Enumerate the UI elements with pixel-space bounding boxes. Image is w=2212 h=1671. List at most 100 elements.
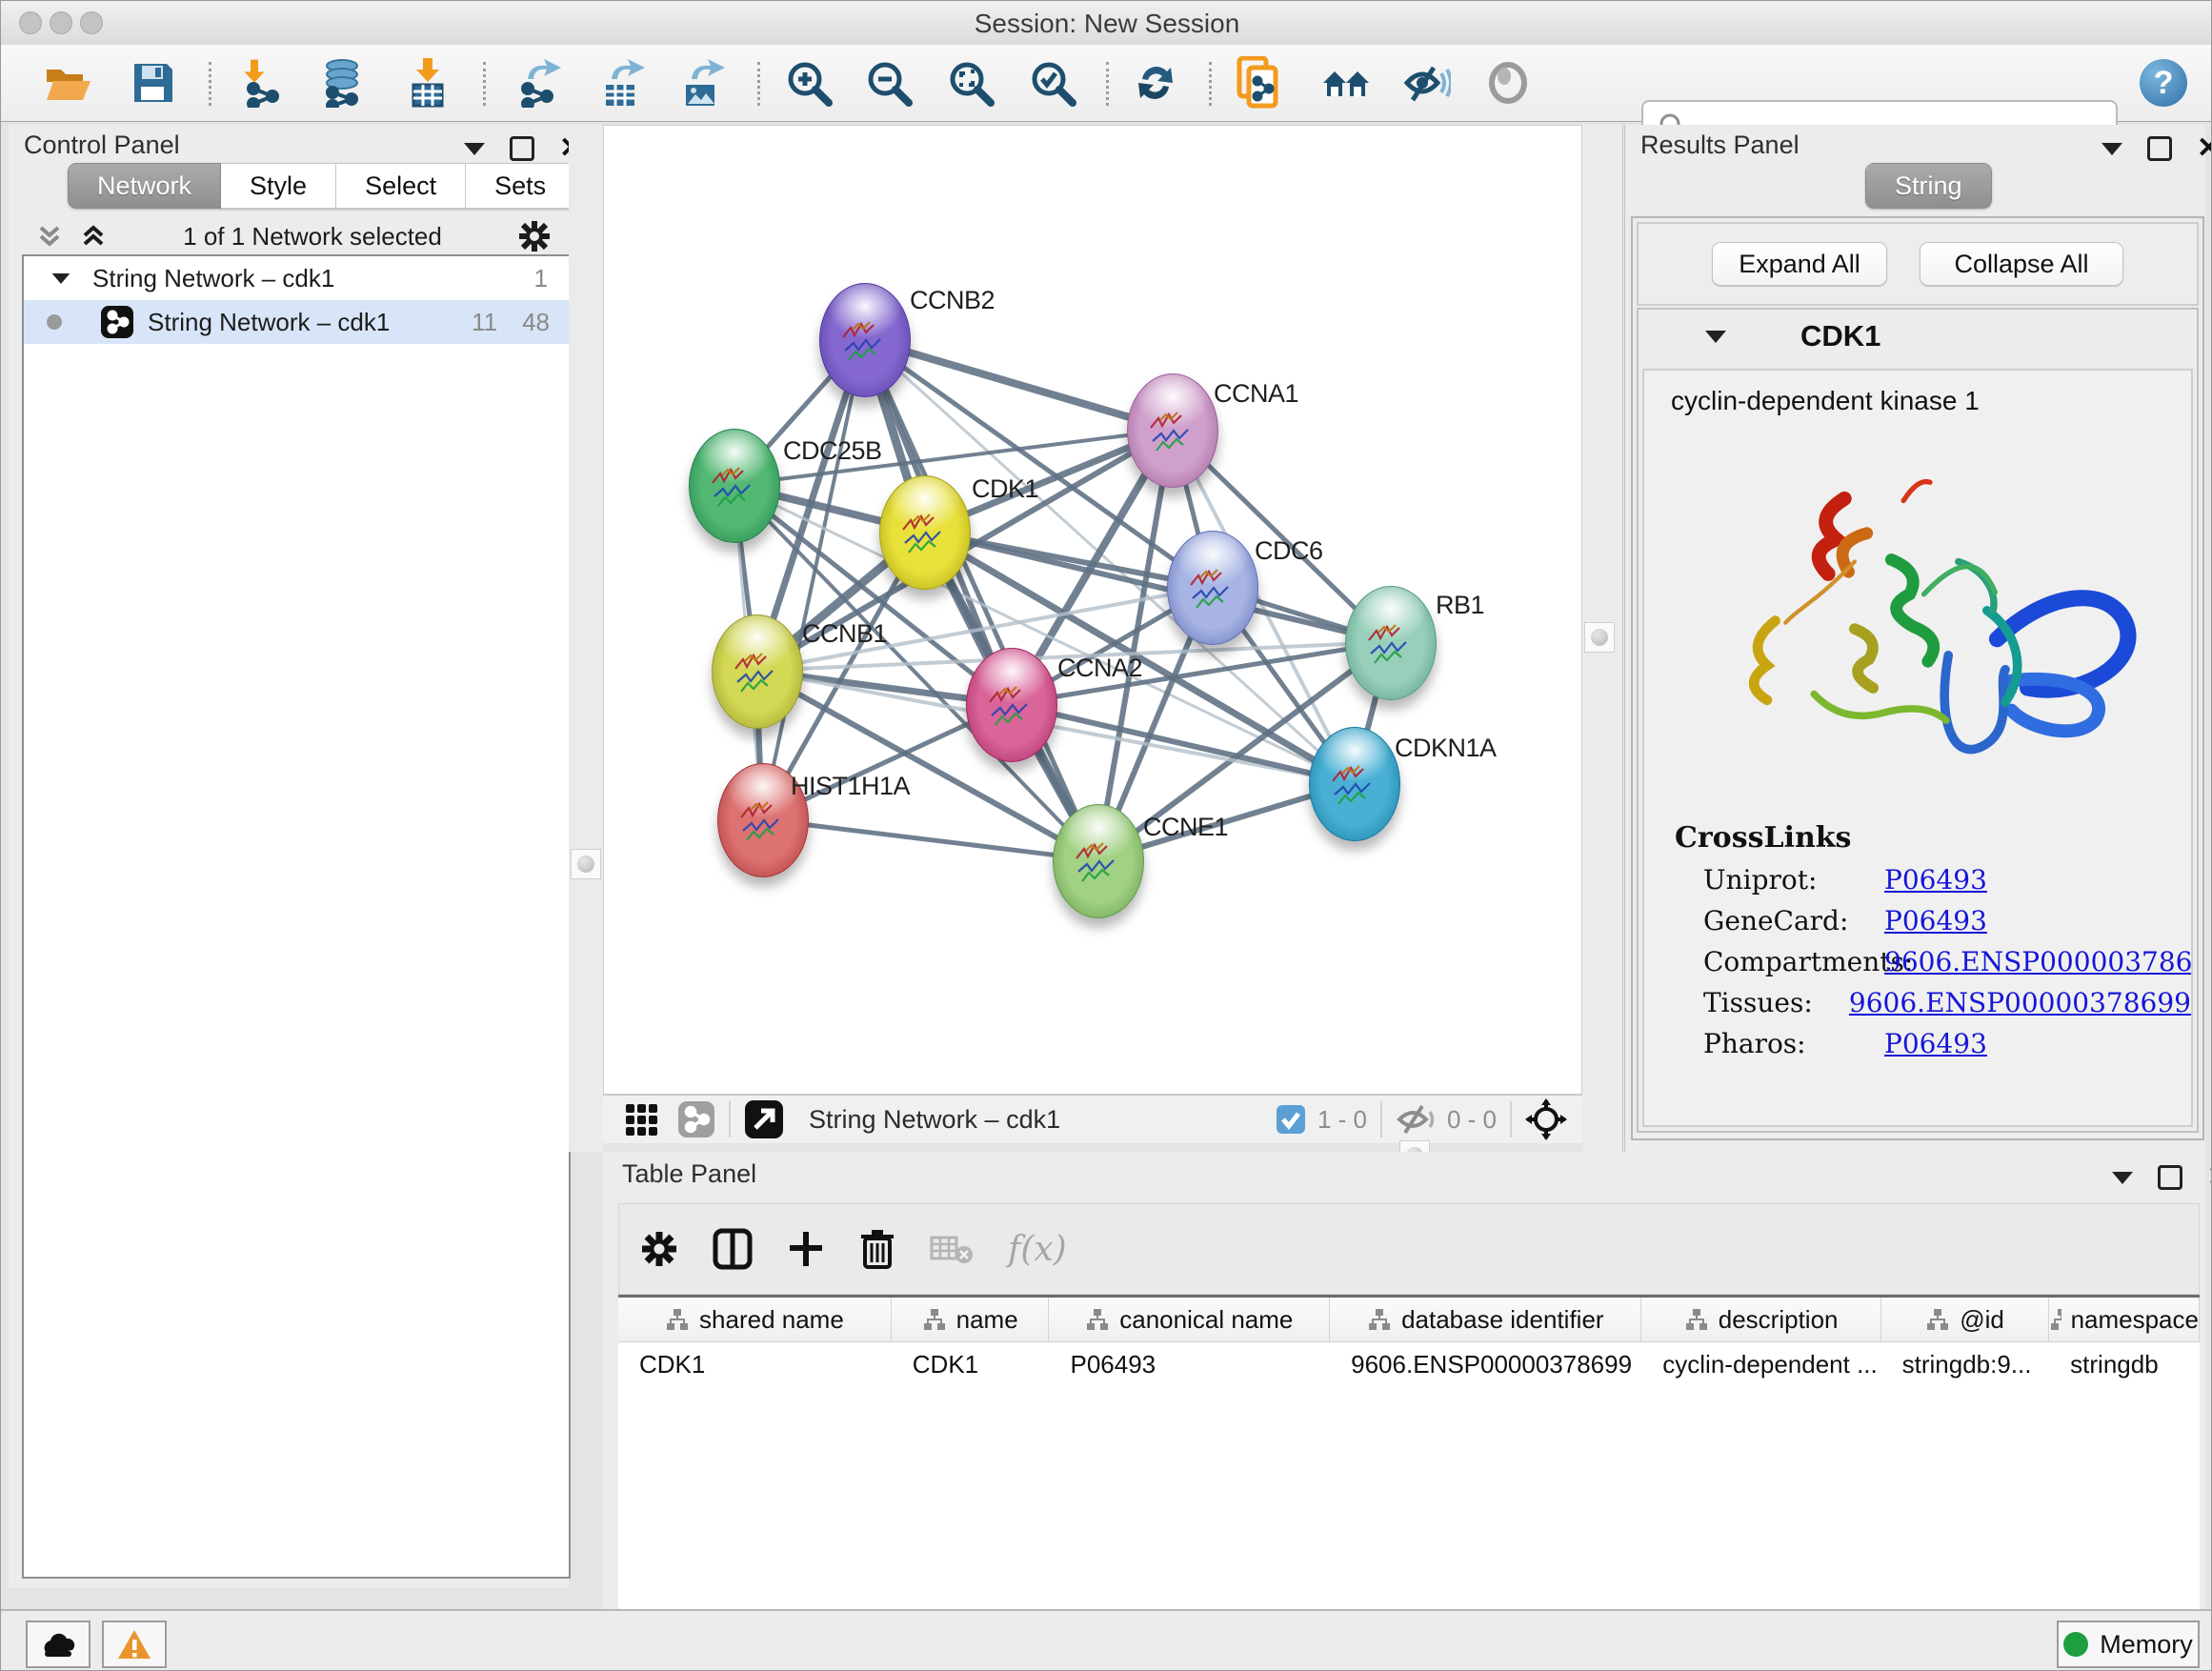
export-image-icon[interactable] — [677, 58, 727, 108]
apply-layout-refresh-icon[interactable] — [1131, 58, 1180, 108]
add-column-icon[interactable] — [787, 1228, 825, 1270]
network-node-cdc6[interactable] — [1167, 531, 1258, 645]
panel-menu-icon[interactable] — [464, 143, 485, 155]
column-header-database-identifier[interactable]: database identifier — [1330, 1298, 1641, 1341]
crosslink-row: Pharos:P06493 — [1703, 1028, 2191, 1059]
options-gear-icon[interactable] — [517, 219, 552, 253]
cloud-status-button[interactable] — [26, 1621, 90, 1668]
show-all-eye-icon[interactable] — [1483, 58, 1533, 108]
first-neighbors-icon[interactable] — [1236, 58, 1285, 108]
table-cell[interactable]: stringdb:9... — [1881, 1342, 2050, 1386]
panel-close-icon[interactable]: ✕ — [2197, 139, 2212, 158]
zoom-out-icon[interactable] — [864, 58, 914, 108]
network-node-cdk1[interactable] — [879, 475, 971, 590]
collapse-all-icon[interactable] — [35, 222, 64, 251]
network-node-ccna1[interactable] — [1127, 373, 1218, 488]
table-cell[interactable]: CDK1 — [892, 1342, 1050, 1386]
import-network-file-icon[interactable] — [239, 58, 289, 108]
right-splitter-handle[interactable] — [1584, 622, 1615, 653]
crosslink-value-link[interactable]: 9606.ENSP00000378699 — [1849, 987, 2191, 1018]
gene-section: CDK1 cyclin-dependent kinase 1 — [1637, 308, 2199, 1133]
collapse-all-button[interactable]: Collapse All — [1920, 242, 2123, 286]
panel-close-icon[interactable]: ✕ — [2207, 1168, 2212, 1187]
left-splitter-handle[interactable] — [571, 849, 601, 879]
zoom-selected-icon[interactable] — [1028, 58, 1077, 108]
import-table-file-icon[interactable] — [403, 58, 452, 108]
crosslink-value-link[interactable]: 9606.ENSP00000378699 — [1884, 946, 2193, 977]
save-session-icon[interactable] — [129, 58, 178, 108]
open-session-icon[interactable] — [43, 58, 92, 108]
column-header-name[interactable]: name — [892, 1298, 1050, 1341]
hide-selected-eye-icon[interactable] — [1401, 58, 1451, 108]
gene-section-header[interactable]: CDK1 — [1639, 319, 2197, 353]
network-edge[interactable] — [762, 819, 1097, 860]
crosslink-value-link[interactable]: P06493 — [1884, 905, 1987, 936]
selected-checkbox-icon[interactable] — [1276, 1104, 1306, 1135]
network-node-cdc25b[interactable] — [689, 429, 780, 543]
crosslink-value-link[interactable]: P06493 — [1884, 1028, 1987, 1059]
table-cell[interactable]: P06493 — [1049, 1342, 1330, 1386]
results-panel-title: Results Panel — [1640, 131, 1800, 160]
panel-float-icon[interactable] — [2158, 1165, 2182, 1190]
network-collection-row[interactable]: String Network – cdk1 1 — [24, 256, 569, 300]
column-header-canonical-name[interactable]: canonical name — [1049, 1298, 1330, 1341]
title-bar: Session: New Session — [1, 1, 2212, 46]
column-header-namespace[interactable]: namespace — [2049, 1298, 2200, 1341]
panel-menu-icon[interactable] — [2101, 143, 2122, 155]
network-node-ccne1[interactable] — [1053, 804, 1144, 918]
homes-icon[interactable] — [1319, 58, 1369, 108]
network-node-ccna2[interactable] — [966, 648, 1057, 762]
crosslink-row: GeneCard:P06493 — [1703, 905, 2191, 936]
network-row[interactable]: String Network – cdk1 11 48 — [24, 300, 569, 344]
network-edge[interactable] — [762, 339, 864, 819]
tab-select[interactable]: Select — [336, 163, 466, 209]
column-header-id[interactable]: @id — [1881, 1298, 2049, 1341]
table-cell[interactable]: cyclin-dependent ... — [1641, 1342, 1880, 1386]
network-view-canvas[interactable]: CCNB2CCNA1CDC25BCDK1CDC6RB1CCNB1CCNA2CDK… — [603, 125, 1582, 1095]
help-icon[interactable]: ? — [2139, 58, 2188, 108]
tab-sets[interactable]: Sets — [466, 163, 575, 209]
zoom-fit-content-icon[interactable] — [946, 58, 995, 108]
open-in-window-icon[interactable] — [744, 1099, 784, 1139]
panel-menu-icon[interactable] — [2112, 1172, 2133, 1184]
column-header-shared-name[interactable]: shared name — [618, 1298, 892, 1341]
expand-all-button[interactable]: Expand All — [1712, 242, 1887, 286]
tab-string[interactable]: String — [1865, 163, 1992, 209]
panel-float-icon[interactable] — [510, 136, 534, 161]
network-collection-list: String Network – cdk1 1 String Network –… — [22, 254, 571, 1579]
memory-button[interactable]: Memory — [2057, 1621, 2200, 1668]
birdseye-grid-icon[interactable] — [624, 1100, 662, 1138]
gene-expander-icon[interactable] — [1705, 331, 1726, 343]
table-cell[interactable]: stringdb — [2049, 1342, 2200, 1386]
network-node-ccnb2[interactable] — [819, 283, 911, 397]
network-node-rb1[interactable] — [1345, 586, 1437, 700]
table-row[interactable]: CDK1CDK1P064939606.ENSP00000378699cyclin… — [618, 1342, 2200, 1386]
hidden-eye-slash-icon[interactable] — [1396, 1102, 1438, 1137]
delete-column-icon[interactable] — [859, 1227, 895, 1271]
panel-float-icon[interactable] — [2147, 136, 2172, 161]
table-cell[interactable]: CDK1 — [618, 1342, 892, 1386]
network-node-cdkn1a[interactable] — [1309, 727, 1400, 841]
column-header-description[interactable]: description — [1641, 1298, 1880, 1341]
collection-count: 1 — [534, 264, 548, 293]
expand-all-icon[interactable] — [79, 222, 108, 251]
warning-status-button[interactable] — [102, 1621, 167, 1668]
network-edge[interactable] — [864, 339, 1172, 430]
export-table-icon[interactable] — [597, 58, 647, 108]
zoom-in-icon[interactable] — [784, 58, 834, 108]
right-splitter[interactable] — [1582, 125, 1622, 1152]
table-gear-icon[interactable] — [640, 1230, 678, 1268]
import-network-database-icon[interactable] — [317, 58, 367, 108]
export-network-icon[interactable] — [513, 58, 563, 108]
center-view-crosshair-icon[interactable] — [1525, 1098, 1567, 1140]
table-cell[interactable]: 9606.ENSP00000378699 — [1330, 1342, 1641, 1386]
crosslink-value-link[interactable]: P06493 — [1884, 864, 1987, 896]
network-overview-share-icon[interactable] — [677, 1100, 715, 1138]
left-splitter[interactable] — [569, 125, 603, 1152]
show-columns-icon[interactable] — [713, 1228, 753, 1270]
network-node-ccnb1[interactable] — [712, 614, 803, 729]
tab-network[interactable]: Network — [68, 163, 221, 209]
tab-style[interactable]: Style — [221, 163, 336, 209]
collection-expander-icon[interactable] — [52, 272, 70, 283]
delete-table-icon — [930, 1232, 974, 1266]
